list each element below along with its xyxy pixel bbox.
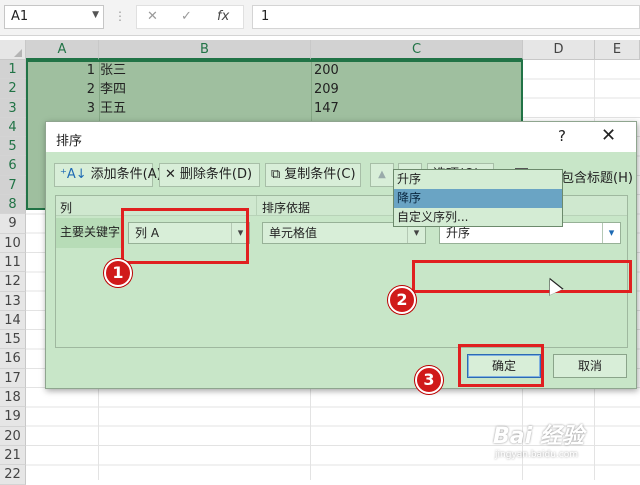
row-header[interactable]: 12 bbox=[0, 272, 26, 292]
select-all-corner[interactable] bbox=[0, 40, 26, 60]
row-header[interactable]: 7 bbox=[0, 175, 26, 196]
sort-on-select-value: 单元格值 bbox=[269, 226, 318, 240]
row-header[interactable]: 13 bbox=[0, 291, 26, 311]
add-condition-label: 添加条件(A) bbox=[90, 167, 162, 182]
order-option-custom[interactable]: 自定义序列... bbox=[394, 208, 562, 227]
step-marker-1: 1 bbox=[104, 259, 132, 287]
cell-c1[interactable]: 200 bbox=[314, 61, 514, 80]
order-option-ascending[interactable]: 升序 bbox=[394, 170, 562, 189]
row-header[interactable]: 22 bbox=[0, 465, 26, 485]
order-dropdown-list: 升序 降序 自定义序列... bbox=[393, 169, 563, 227]
add-condition-button[interactable]: ⁺A↓ 添加条件(A) bbox=[54, 163, 162, 187]
column-header-d[interactable]: D bbox=[523, 40, 595, 60]
row-header[interactable]: 16 bbox=[0, 349, 26, 369]
name-box[interactable]: A1 ▼ bbox=[4, 5, 104, 29]
dialog-title: 排序 bbox=[56, 134, 83, 149]
cancel-icon[interactable]: ✕ bbox=[147, 9, 158, 24]
column-headers: A B C D E bbox=[0, 40, 640, 60]
primary-key-label: 主要关键字 bbox=[56, 218, 122, 248]
column-header-a[interactable]: A bbox=[26, 40, 99, 60]
formula-bar-grip-icon: ⋮ bbox=[114, 9, 126, 23]
watermark-url: jingyan.baidu.com bbox=[495, 450, 579, 460]
column-header-b[interactable]: B bbox=[99, 40, 311, 60]
close-icon[interactable]: ✕ bbox=[601, 125, 616, 146]
row-header[interactable]: 10 bbox=[0, 233, 26, 253]
row-header[interactable]: 11 bbox=[0, 252, 26, 273]
column-header-label: 列 bbox=[60, 201, 73, 215]
delete-condition-button[interactable]: ✕ 删除条件(D) bbox=[159, 163, 260, 187]
row-header[interactable]: 4 bbox=[0, 117, 26, 138]
copy-condition-button[interactable]: ⧉ 复制条件(C) bbox=[265, 163, 361, 187]
annotation-box-3 bbox=[458, 344, 544, 387]
column-header-c[interactable]: C bbox=[311, 40, 523, 60]
annotation-box-1 bbox=[121, 208, 249, 264]
chevron-down-icon[interactable]: ▼ bbox=[92, 10, 99, 20]
cell-a3[interactable]: 3 bbox=[26, 99, 98, 118]
dialog-titlebar[interactable]: 排序 ? ✕ bbox=[46, 122, 636, 152]
formula-buttons: ✕ ✓ fx bbox=[136, 5, 244, 29]
step-marker-3: 3 bbox=[415, 366, 443, 394]
row-header[interactable]: 14 bbox=[0, 310, 26, 331]
watermark: Bai 经验 jingyan.baidu.com bbox=[493, 418, 584, 460]
row-header[interactable]: 6 bbox=[0, 156, 26, 176]
help-icon[interactable]: ? bbox=[558, 127, 566, 145]
row-header[interactable]: 20 bbox=[0, 426, 26, 446]
cancel-button[interactable]: 取消 bbox=[553, 354, 627, 378]
formula-bar: A1 ▼ ⋮ ✕ ✓ fx 1 bbox=[0, 0, 640, 36]
add-level-icon: ⁺A↓ bbox=[60, 167, 87, 182]
name-box-value: A1 bbox=[11, 9, 29, 24]
header-divider bbox=[256, 196, 257, 216]
sort-on-header-label: 排序依据 bbox=[262, 201, 311, 215]
copy-condition-label: 复制条件(C) bbox=[284, 167, 356, 182]
cell-a2[interactable]: 2 bbox=[26, 80, 98, 99]
row-headers: 1 2 3 4 5 6 7 8 9 10 11 12 13 14 15 16 1… bbox=[0, 60, 26, 485]
cell-c2[interactable]: 209 bbox=[314, 80, 514, 99]
cell-b1[interactable]: 张三 bbox=[100, 61, 300, 80]
chevron-down-icon[interactable]: ▾ bbox=[602, 223, 620, 243]
row-header[interactable]: 15 bbox=[0, 330, 26, 350]
move-up-arrow-icon[interactable]: ▲ bbox=[370, 163, 394, 187]
watermark-logo: Bai 经验 bbox=[493, 424, 584, 449]
step-marker-2: 2 bbox=[388, 286, 416, 314]
order-option-descending[interactable]: 降序 bbox=[394, 189, 562, 208]
row-header[interactable]: 8 bbox=[0, 195, 26, 215]
cell-b3[interactable]: 王五 bbox=[100, 99, 300, 118]
order-select-value: 升序 bbox=[446, 226, 471, 240]
row-header[interactable]: 18 bbox=[0, 388, 26, 408]
row-header[interactable]: 3 bbox=[0, 98, 26, 118]
delete-icon: ✕ bbox=[165, 167, 176, 182]
cell-b2[interactable]: 李四 bbox=[100, 80, 300, 99]
copy-icon: ⧉ bbox=[271, 167, 281, 182]
insert-function-icon[interactable]: fx bbox=[217, 9, 229, 24]
confirm-icon[interactable]: ✓ bbox=[181, 9, 192, 24]
annotation-box-2 bbox=[412, 260, 632, 293]
row-header[interactable]: 9 bbox=[0, 214, 26, 234]
cell-a1[interactable]: 1 bbox=[26, 61, 98, 80]
delete-condition-label: 删除条件(D) bbox=[179, 167, 253, 182]
formula-input[interactable]: 1 bbox=[252, 5, 640, 29]
row-header[interactable]: 17 bbox=[0, 368, 26, 389]
column-header-e[interactable]: E bbox=[595, 40, 640, 60]
row-header[interactable]: 21 bbox=[0, 445, 26, 466]
cell-c3[interactable]: 147 bbox=[314, 99, 514, 118]
row-header[interactable]: 5 bbox=[0, 137, 26, 157]
row-header[interactable]: 1 bbox=[0, 60, 26, 80]
row-header[interactable]: 2 bbox=[0, 79, 26, 99]
row-header[interactable]: 19 bbox=[0, 407, 26, 427]
